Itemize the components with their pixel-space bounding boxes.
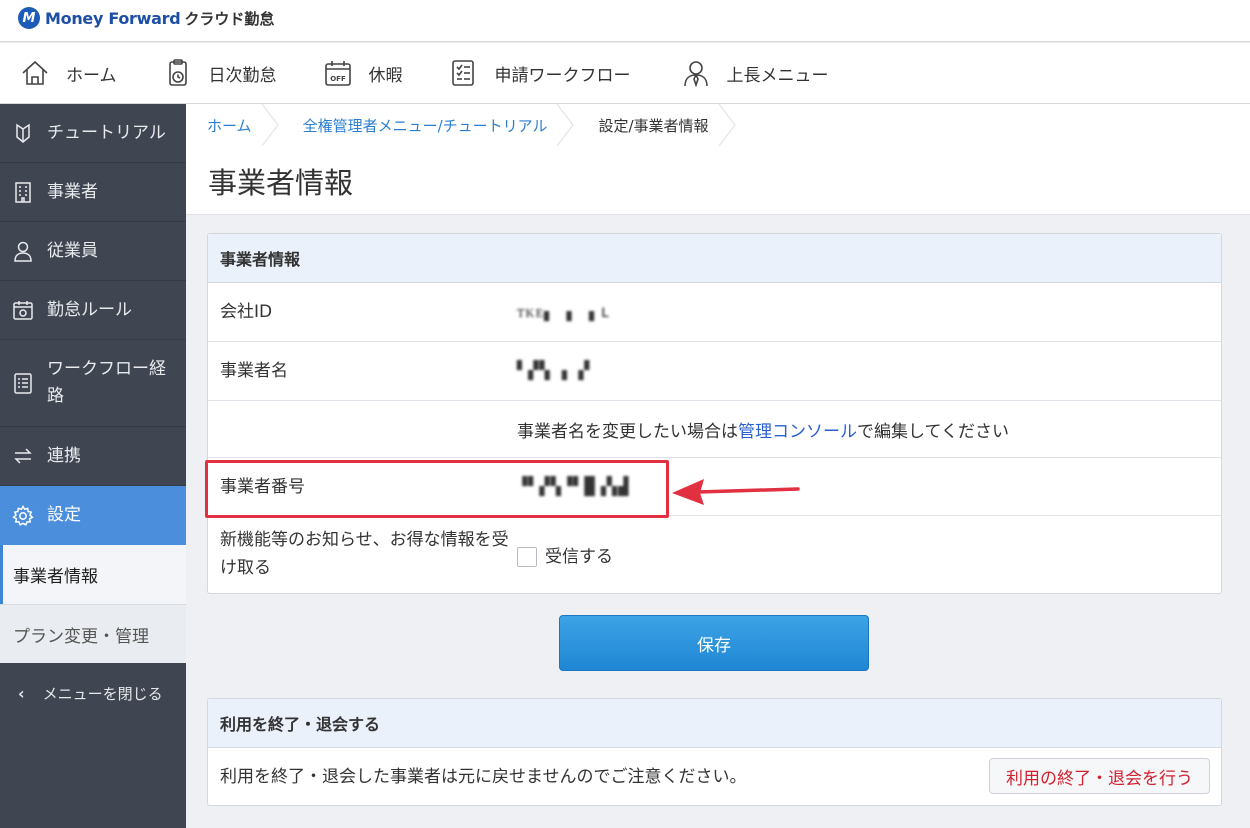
home-icon <box>22 60 48 85</box>
gear-icon <box>12 504 34 526</box>
clipboard-clock-icon <box>168 59 187 86</box>
note-suffix: で編集してください <box>857 421 1009 442</box>
breadcrumb: ホーム 全権管理者メニュー/チュートリアル 設定/事業者情報 <box>186 104 1250 146</box>
newsletter-checkbox-label[interactable]: 受信する <box>545 547 613 567</box>
withdraw-row: 利用を終了・退会した事業者は元に戻せませんのでご注意ください。 利用の終了・退会… <box>208 748 1221 805</box>
withdraw-button[interactable]: 利用の終了・退会を行う <box>989 758 1210 794</box>
page-header: 事業者情報 <box>186 146 1250 215</box>
admin-console-link[interactable]: 管理コンソール <box>738 422 857 442</box>
nav-leave[interactable]: OFF 休暇 <box>303 43 429 103</box>
main-content: ホーム 全権管理者メニュー/チュートリアル 設定/事業者情報 事業者情報 事業者… <box>186 104 1250 828</box>
sidebar-label-attendance-rules: 勤怠ルール <box>47 299 132 320</box>
nav-manager-menu[interactable]: 上長メニュー <box>657 43 855 103</box>
company-number-value: ▝▘▞▚▝▘█▗▚▟ <box>517 476 630 497</box>
withdraw-panel: 利用を終了・退会する 利用を終了・退会した事業者は元に戻せませんのでご注意くださ… <box>207 698 1222 806</box>
company-name-label: 事業者名 <box>220 361 288 381</box>
app-logo[interactable]: M Money Forward クラウド勤怠 <box>18 7 274 29</box>
sidebar-label-integration: 連携 <box>47 445 81 466</box>
annotation-arrow-icon <box>672 479 800 505</box>
brand-name: Money Forward <box>45 8 181 28</box>
nav-home-label: ホーム <box>66 65 117 86</box>
note-prefix: 事業者名を変更したい場合は <box>517 421 738 442</box>
sidebar-item-tutorial[interactable]: チュートリアル <box>0 104 186 163</box>
sidebar-subitem-company-info[interactable]: 事業者情報 <box>0 545 186 604</box>
company-name-note-row: 事業者名を変更したい場合は管理コンソールで編集してください <box>208 401 1221 458</box>
breadcrumb-separator-icon <box>261 104 279 146</box>
sidebar: チュートリアル 事業者 従業員 勤怠ルール ワークフロー経路 連携 設定 事業者… <box>0 104 186 828</box>
list-icon <box>14 373 32 394</box>
sidebar-item-integration[interactable]: 連携 <box>0 427 186 486</box>
nav-workflow[interactable]: 申請ワークフロー <box>429 43 657 103</box>
company-id-label: 会社ID <box>220 302 273 322</box>
breadcrumb-link-admin[interactable]: 全権管理者メニュー/チュートリアル <box>303 115 548 136</box>
global-nav: ホーム 日次勤怠 OFF 休暇 申請ワークフロー 上長メニュー <box>0 43 1250 104</box>
top-header: M Money Forward クラウド勤怠 <box>0 0 1250 42</box>
withdraw-text: 利用を終了・退会した事業者は元に戻せませんのでご注意ください。 <box>220 766 747 787</box>
calendar-off-icon: OFF <box>324 61 351 86</box>
swap-icon <box>14 448 32 464</box>
newsletter-option[interactable]: 受信する <box>517 542 613 567</box>
nav-home[interactable]: ホーム <box>0 43 143 103</box>
nav-leave-label: 休暇 <box>368 65 403 86</box>
person-icon <box>14 241 32 262</box>
nav-daily-attendance-label: 日次勤怠 <box>208 65 277 86</box>
breadcrumb-current: 設定/事業者情報 <box>598 116 709 135</box>
breadcrumb-separator-icon <box>718 104 736 146</box>
nav-daily-attendance[interactable]: 日次勤怠 <box>143 43 303 103</box>
checklist-icon <box>451 60 474 86</box>
newsletter-label: 新機能等のお知らせ、お得な情報を受け取る <box>220 530 509 578</box>
svg-text:OFF: OFF <box>330 75 346 83</box>
close-menu-label: メニューを閉じる <box>42 684 163 703</box>
breadcrumb-item-admin: 全権管理者メニュー/チュートリアル <box>282 104 578 146</box>
chevron-left-icon: ‹ <box>18 683 25 703</box>
breadcrumb-link-home[interactable]: ホーム <box>207 115 252 136</box>
product-name: クラウド勤怠 <box>184 9 275 28</box>
save-button[interactable]: 保存 <box>559 615 869 671</box>
sidebar-item-workflow-route[interactable]: ワークフロー経路 <box>0 340 186 427</box>
breadcrumb-item-current: 設定/事業者情報 <box>577 104 738 146</box>
sidebar-label-employees: 従業員 <box>47 240 98 261</box>
newsletter-row: 新機能等のお知らせ、お得な情報を受け取る 受信する <box>208 516 1221 592</box>
breadcrumb-item-home: ホーム <box>186 104 282 146</box>
sidebar-label-tutorial: チュートリアル <box>47 122 166 143</box>
newsletter-checkbox[interactable] <box>517 546 537 567</box>
money-forward-logo-icon: M <box>18 7 40 29</box>
sidebar-item-employees[interactable]: 従業員 <box>0 222 186 281</box>
company-id-value: ᴛᴋᴇ▖ ▖ ▖ʟ <box>517 302 612 322</box>
sidebar-subitem-plan[interactable]: プラン変更・管理 <box>0 604 186 663</box>
beginner-mark-icon <box>16 123 30 143</box>
sidebar-label-settings: 設定 <box>47 505 81 525</box>
close-menu-button[interactable]: ‹ メニューを閉じる <box>0 663 186 723</box>
sidebar-item-settings[interactable]: 設定 <box>0 486 186 545</box>
building-icon <box>15 182 31 203</box>
company-number-label: 事業者番号 <box>220 476 305 497</box>
manager-icon <box>683 61 708 88</box>
company-id-row: 会社ID ᴛᴋᴇ▖ ▖ ▖ʟ <box>208 283 1221 342</box>
nav-manager-menu-label: 上長メニュー <box>726 65 829 86</box>
company-name-row: 事業者名 ▘▞▚ ▖▗▘ <box>208 342 1221 401</box>
withdraw-heading: 利用を終了・退会する <box>208 699 1221 748</box>
company-name-note: 事業者名を変更したい場合は管理コンソールで編集してください <box>517 417 1009 442</box>
sidebar-label-company: 事業者 <box>47 181 98 202</box>
calendar-gear-icon <box>13 301 33 320</box>
company-info-heading: 事業者情報 <box>208 234 1221 283</box>
breadcrumb-separator-icon <box>556 104 575 146</box>
sidebar-item-attendance-rules[interactable]: 勤怠ルール <box>0 281 186 340</box>
nav-workflow-label: 申請ワークフロー <box>494 65 631 86</box>
sidebar-item-company[interactable]: 事業者 <box>0 163 186 222</box>
company-info-panel: 事業者情報 会社ID ᴛᴋᴇ▖ ▖ ▖ʟ 事業者名 ▘▞▚ ▖▗▘ 事業者名を変… <box>207 233 1222 594</box>
page-title: 事業者情報 <box>208 166 354 200</box>
sidebar-label-workflow-route: ワークフロー経路 <box>47 359 166 406</box>
company-name-value: ▘▞▚ ▖▗▘ <box>517 361 596 381</box>
